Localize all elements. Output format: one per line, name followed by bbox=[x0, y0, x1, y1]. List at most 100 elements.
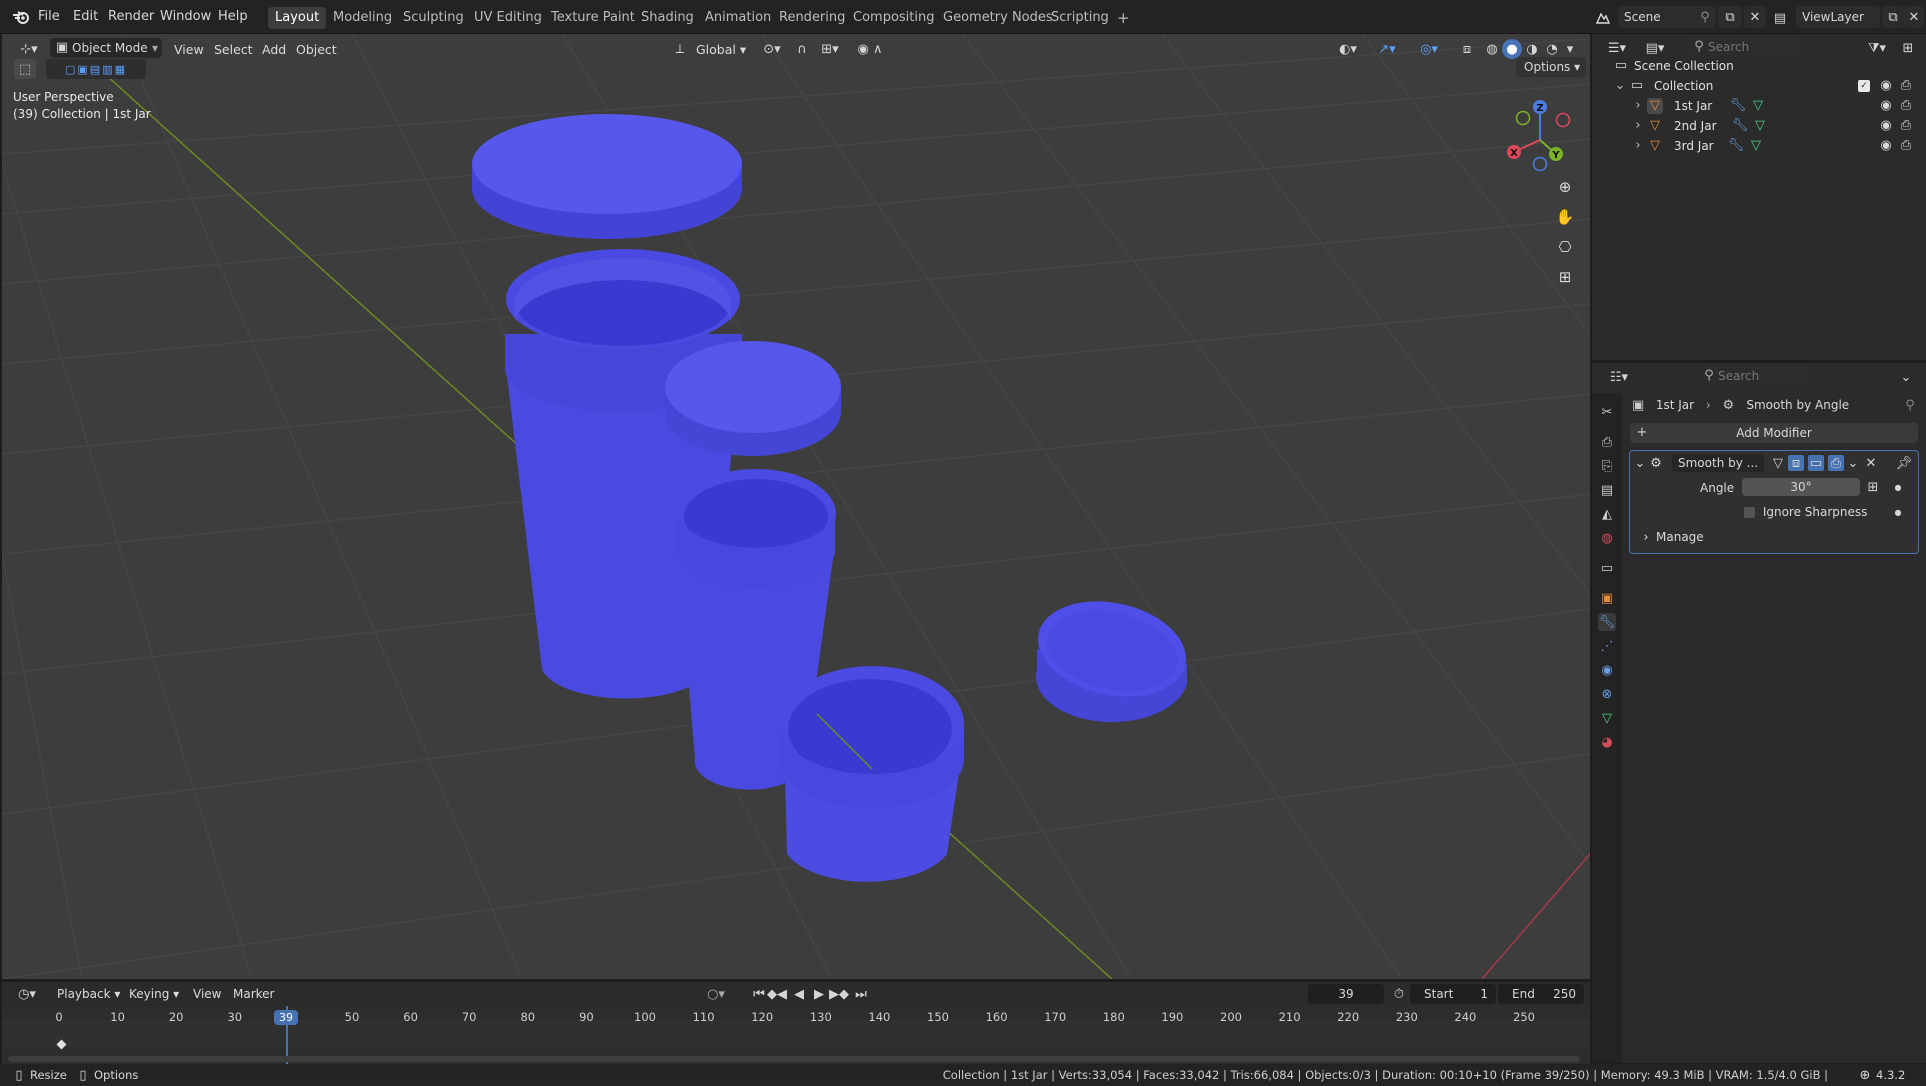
shading-options-icon[interactable]: ▾ bbox=[1562, 39, 1578, 59]
ignore-sharpness-checkbox[interactable]: Ignore Sharpness bbox=[1744, 503, 1867, 521]
output-tab-icon[interactable]: ⎘ bbox=[1598, 457, 1616, 475]
keyframe-dot-icon[interactable]: ● bbox=[1892, 479, 1904, 495]
jar-lid-medium[interactable] bbox=[665, 341, 841, 456]
scene-tab-icon[interactable]: ◭ bbox=[1598, 505, 1616, 523]
tab-layout[interactable]: Layout bbox=[268, 7, 327, 29]
world-tab-icon[interactable]: ◍ bbox=[1598, 529, 1616, 547]
mode-selector[interactable]: ▣ Object Mode ▾ bbox=[50, 38, 162, 58]
eye-icon[interactable]: ◉ bbox=[1878, 118, 1894, 134]
outliner-scene-collection[interactable]: ▭ Scene Collection bbox=[1592, 56, 1926, 76]
eye-icon[interactable]: ◉ bbox=[1878, 138, 1894, 154]
chevron-right-icon[interactable]: › bbox=[1640, 529, 1652, 545]
viewport-menu-object[interactable]: Object bbox=[292, 40, 341, 60]
outliner-item-2nd-jar[interactable]: › ▽ 2nd Jar 🔧︎ ▽ ◉ ⎙ bbox=[1592, 116, 1926, 136]
solid-shading-icon[interactable]: ● bbox=[1502, 39, 1522, 59]
material-tab-icon[interactable]: ◕ bbox=[1598, 733, 1616, 751]
modifier-tab-icon[interactable]: 🔧︎ bbox=[1598, 613, 1616, 631]
rendered-shading-icon[interactable]: ◔ bbox=[1542, 39, 1562, 59]
xray-toggle-icon[interactable]: ⧈ bbox=[1457, 39, 1477, 59]
new-scene-icon[interactable]: ⧉ bbox=[1718, 6, 1742, 28]
tab-shading[interactable]: Shading bbox=[634, 7, 701, 29]
transform-orientation-icon[interactable]: ⟂ bbox=[672, 39, 688, 59]
jar-lid-large[interactable] bbox=[472, 114, 742, 239]
perspective-toggle-icon[interactable]: ⊞ bbox=[1552, 264, 1578, 290]
menu-window[interactable]: Window bbox=[156, 7, 215, 27]
scene-icon[interactable] bbox=[1590, 7, 1616, 29]
menu-help[interactable]: Help bbox=[214, 7, 252, 27]
chevron-down-icon[interactable]: ⌄ bbox=[1634, 455, 1646, 471]
jar-lid-small[interactable] bbox=[1029, 588, 1195, 723]
wireframe-shading-icon[interactable]: ◍ bbox=[1482, 39, 1502, 59]
angle-field[interactable]: 30° bbox=[1742, 478, 1860, 496]
collection-tab-icon[interactable]: ▭ bbox=[1598, 559, 1616, 577]
edit-mode-toggle-icon[interactable]: ▽ bbox=[1770, 455, 1786, 471]
play-icon[interactable]: ▶ bbox=[810, 984, 828, 1004]
new-view-layer-icon[interactable]: ⧉ bbox=[1882, 6, 1904, 28]
tab-animation[interactable]: Animation bbox=[698, 7, 778, 29]
new-collection-icon[interactable]: ⊞ bbox=[1898, 38, 1918, 58]
viewport-options-button[interactable]: Options ▾ bbox=[1516, 57, 1586, 77]
timeline-menu-view[interactable]: View bbox=[190, 985, 224, 1003]
eye-icon[interactable]: ◉ bbox=[1878, 98, 1894, 114]
outliner-collection[interactable]: ⌄ ▭ Collection ✓ ◉ ⎙ bbox=[1592, 76, 1926, 96]
object-tab-icon[interactable]: ▣ bbox=[1598, 589, 1616, 607]
render-camera-icon[interactable]: ⎙ bbox=[1898, 98, 1914, 114]
properties-editor-type-icon[interactable]: ☷▾ bbox=[1604, 367, 1634, 387]
remove-view-layer-icon[interactable]: ✕ bbox=[1904, 6, 1924, 28]
chevron-right-icon[interactable]: › bbox=[1632, 98, 1644, 114]
jump-to-keyframe-forward-icon[interactable]: ▶◆ bbox=[828, 984, 850, 1004]
pin-icon[interactable]: ⚲ bbox=[1902, 395, 1918, 415]
node-socket-icon[interactable]: ⊞ bbox=[1864, 479, 1882, 495]
material-shading-icon[interactable]: ◑ bbox=[1522, 39, 1542, 59]
end-frame-field[interactable]: End 250 bbox=[1498, 984, 1584, 1004]
viewport-menu-add[interactable]: Add bbox=[258, 40, 290, 60]
zoom-icon[interactable]: ⊕ bbox=[1552, 174, 1578, 200]
tab-scripting[interactable]: Scripting bbox=[1044, 7, 1116, 29]
tab-sculpting[interactable]: Sculpting bbox=[396, 7, 471, 29]
menu-edit[interactable]: Edit bbox=[69, 7, 102, 27]
auto-keying-icon[interactable]: ○▾ bbox=[702, 984, 730, 1004]
chevron-down-icon[interactable]: ⌄ bbox=[1898, 367, 1914, 387]
play-reverse-icon[interactable]: ◀ bbox=[790, 984, 808, 1004]
navigation-gizmo[interactable]: Z X Y bbox=[1500, 92, 1580, 172]
stopwatch-icon[interactable]: ⏱ bbox=[1390, 984, 1408, 1004]
tab-rendering[interactable]: Rendering bbox=[772, 7, 852, 29]
menu-render[interactable]: Render bbox=[104, 7, 158, 27]
gizmo-toggle-icon[interactable]: ↗▾ bbox=[1370, 39, 1404, 59]
tab-compositing[interactable]: Compositing bbox=[846, 7, 942, 29]
timeline-menu-marker[interactable]: Marker bbox=[230, 985, 277, 1003]
viewport-menu-view[interactable]: View bbox=[170, 40, 208, 60]
outliner-search-input[interactable]: ⚲ Search bbox=[1688, 37, 1800, 57]
tab-texture-paint[interactable]: Texture Paint bbox=[544, 7, 642, 29]
modifier-name-field[interactable]: Smooth by ... bbox=[1672, 454, 1764, 472]
visibility-selector-icon[interactable]: ◐▾ bbox=[1332, 39, 1364, 59]
outliner-item-3rd-jar[interactable]: › ▽ 3rd Jar 🔧︎ ▽ ◉ ⎙ bbox=[1592, 136, 1926, 156]
tab-geometry-nodes[interactable]: Geometry Nodes bbox=[936, 7, 1060, 29]
snap-icon[interactable]: ∩ bbox=[792, 39, 812, 59]
timeline-menu-keying[interactable]: Keying ▾ bbox=[126, 985, 182, 1003]
selection-mode-icons[interactable]: ▢▣▤▥▦ bbox=[46, 59, 146, 79]
timeline-scrollbar[interactable] bbox=[8, 1056, 1580, 1062]
particles-tab-icon[interactable]: ⋰ bbox=[1598, 637, 1616, 655]
view-layer-tab-icon[interactable]: ▤ bbox=[1598, 481, 1616, 499]
pin-icon[interactable]: ⚲ bbox=[1696, 7, 1714, 27]
constraints-tab-icon[interactable]: ⊗ bbox=[1598, 685, 1616, 703]
render-tab-icon[interactable]: ⎙ bbox=[1598, 433, 1616, 451]
current-frame-field[interactable]: 39 bbox=[1308, 984, 1384, 1004]
jump-to-end-icon[interactable]: ⏭ bbox=[852, 984, 870, 1004]
chevron-right-icon[interactable]: › bbox=[1632, 118, 1644, 134]
outliner-editor-type-icon[interactable]: ☰▾ bbox=[1602, 38, 1632, 58]
chevron-down-icon[interactable]: ⌄ bbox=[1614, 78, 1626, 94]
keyframe-dot-icon[interactable]: ● bbox=[1892, 504, 1904, 520]
3d-viewport[interactable]: ⊹▾ ▣ Object Mode ▾ View Select Add Objec… bbox=[2, 34, 1590, 979]
remove-scene-icon[interactable]: ✕ bbox=[1744, 6, 1766, 28]
playhead-frame-badge[interactable]: 39 bbox=[274, 1010, 298, 1025]
render-camera-icon[interactable]: ⎙ bbox=[1898, 118, 1914, 134]
snap-target-icon[interactable]: ⊞▾ bbox=[814, 39, 846, 59]
eye-icon[interactable]: ◉ bbox=[1878, 78, 1894, 94]
tool-tab-icon[interactable]: ✂ bbox=[1598, 403, 1616, 421]
view-layer-icon[interactable]: ▤ bbox=[1766, 7, 1794, 29]
timeline-ruler[interactable]: 0 10 20 30 50 60 70 80 90 100 110 120 130 140 150 160 17… bbox=[2, 1006, 1590, 1064]
physics-tab-icon[interactable]: ◉ bbox=[1598, 661, 1616, 679]
overlays-toggle-icon[interactable]: ◎▾ bbox=[1412, 39, 1446, 59]
